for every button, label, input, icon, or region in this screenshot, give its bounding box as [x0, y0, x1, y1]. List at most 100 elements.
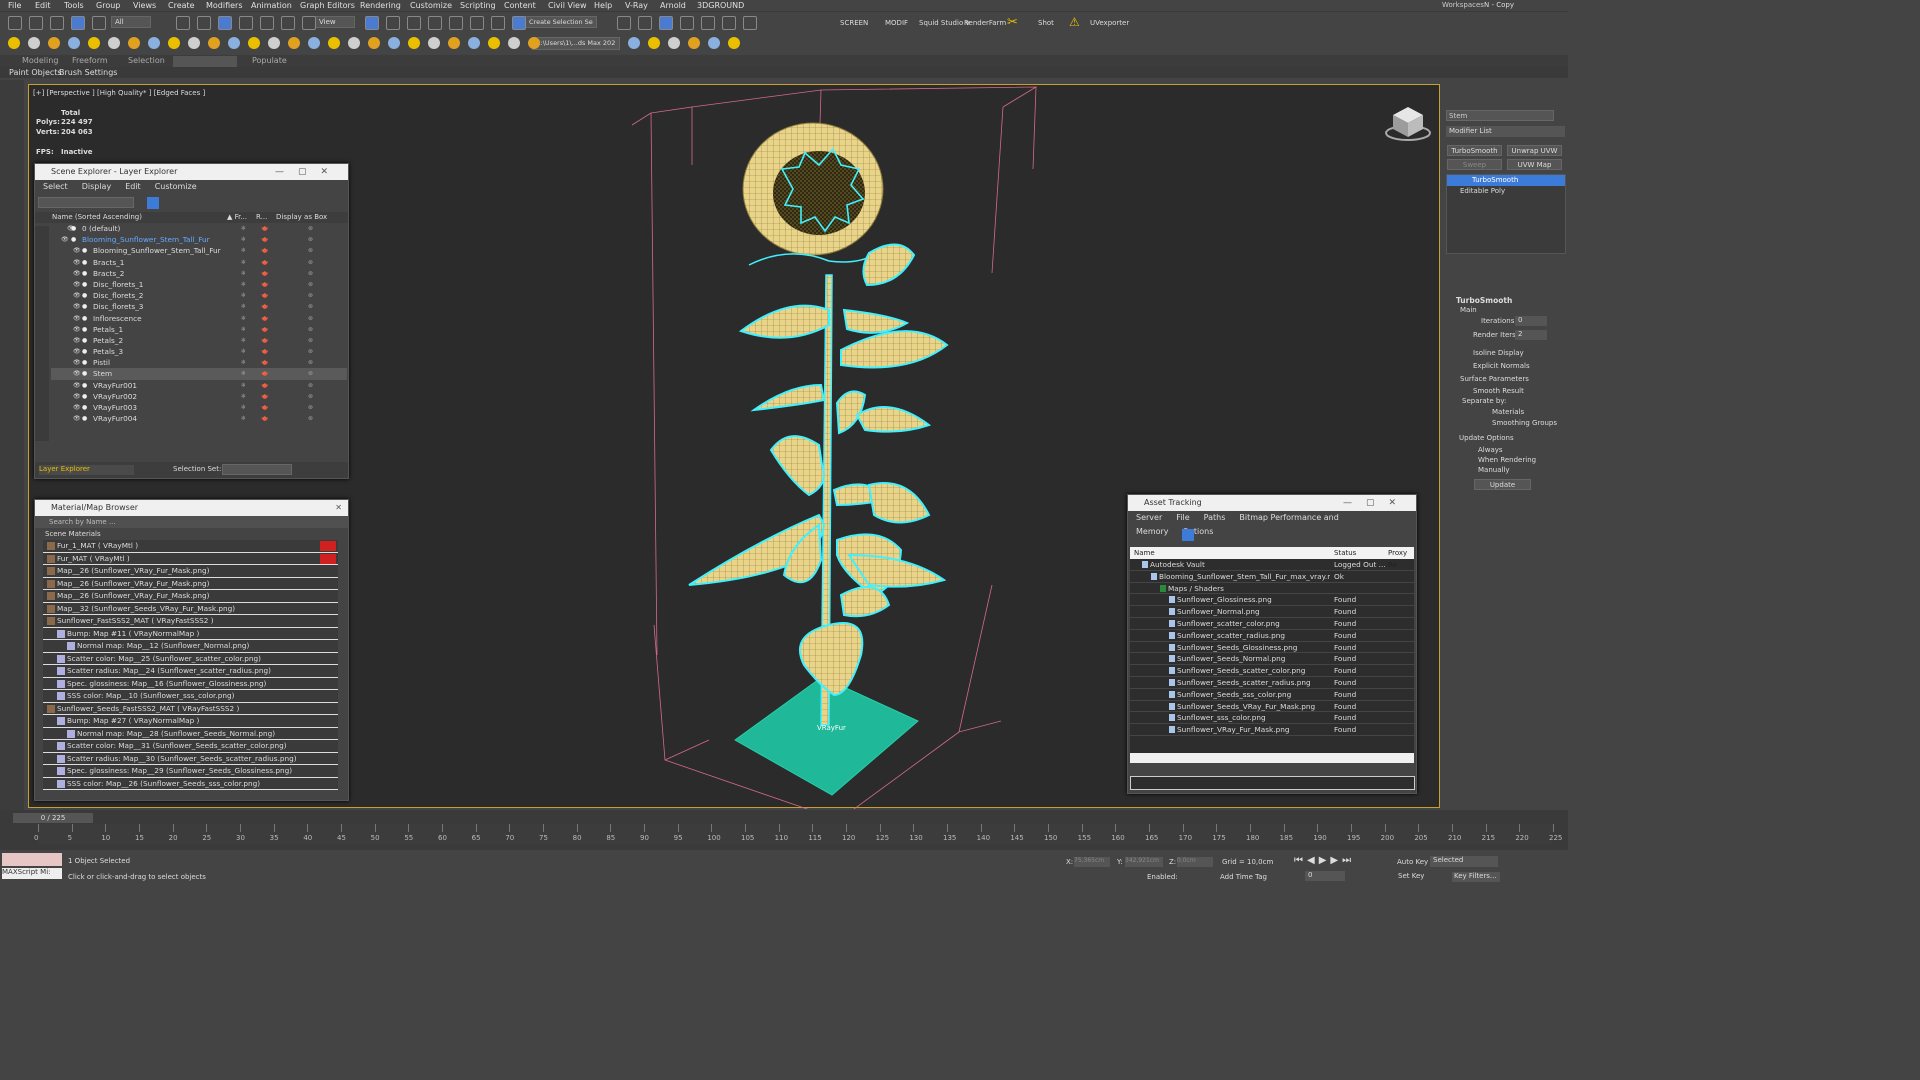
- menu-content[interactable]: Content: [504, 1, 536, 10]
- freeze-icon[interactable]: ❄: [241, 301, 246, 312]
- toolbar-tool-icon[interactable]: [239, 16, 253, 30]
- freeze-icon[interactable]: ❄: [241, 368, 246, 379]
- material-row[interactable]: Spec. glossiness: Map__29 (Sunflower_See…: [43, 765, 338, 778]
- asset-row[interactable]: Sunflower_Glossiness.png Found: [1130, 594, 1414, 607]
- render-iters-spinner[interactable]: 2: [1515, 330, 1547, 340]
- toolbar-tool-icon[interactable]: [92, 16, 106, 30]
- toolbar-tool-icon[interactable]: [88, 37, 100, 49]
- toolbar-tool-icon[interactable]: [8, 16, 22, 30]
- render-icon[interactable]: 🫖: [261, 357, 268, 368]
- layer-tree-row[interactable]: 👁 ● VRayFur004 ❄ 🫖 ⊗: [51, 413, 347, 424]
- asset-row[interactable]: Sunflower_Seeds_Glossiness.png Found: [1130, 642, 1414, 654]
- asset-row[interactable]: Sunflower_Seeds_VRay_Fur_Mask.png Found: [1130, 701, 1414, 713]
- z-coordinate[interactable]: 0,0cm: [1177, 857, 1213, 867]
- at-menu-paths[interactable]: Paths: [1204, 513, 1226, 522]
- col-box-header[interactable]: Display as Box: [276, 212, 327, 223]
- object-name-field[interactable]: [1446, 110, 1554, 121]
- layer-tree-row[interactable]: 👁 ● 0 (default) ❄ 🫖 ⊗: [51, 223, 347, 234]
- toolbar-tool-icon[interactable]: [428, 16, 442, 30]
- box-icon[interactable]: ⊗: [308, 313, 313, 324]
- material-row[interactable]: Normal map: Map__28 (Sunflower_Seeds_Nor…: [43, 727, 338, 740]
- box-icon[interactable]: ⊗: [308, 279, 313, 290]
- toolbar-tool-icon[interactable]: [228, 37, 240, 49]
- key-filters-button[interactable]: Key Filters...: [1452, 872, 1500, 882]
- freeze-icon[interactable]: ❄: [241, 223, 246, 234]
- render-icon[interactable]: 🫖: [261, 402, 268, 413]
- toolbar-tool-icon[interactable]: [218, 16, 232, 30]
- unwrap-uvw-button[interactable]: Unwrap UVW: [1507, 145, 1562, 156]
- eye-icon[interactable]: 👁: [73, 402, 81, 413]
- add-time-tag[interactable]: Add Time Tag: [1220, 873, 1267, 881]
- key-mode-dropdown[interactable]: Selected: [1430, 856, 1498, 867]
- render-icon[interactable]: 🫖: [261, 279, 268, 290]
- toolbar-tool-icon[interactable]: [512, 16, 526, 30]
- renderfarm-button[interactable]: RenderFarm: [964, 19, 1006, 27]
- toolbar-tool-icon[interactable]: [491, 16, 505, 30]
- eye-icon[interactable]: 👁: [73, 268, 81, 279]
- asset-tracking-window[interactable]: Asset Tracking —▢✕ Server File Paths Bitmap …: [1127, 494, 1417, 794]
- stack-item-turbosmooth[interactable]: TurboSmooth: [1447, 175, 1565, 186]
- toolbar-tool-icon[interactable]: [268, 37, 280, 49]
- box-icon[interactable]: ⊗: [308, 346, 313, 357]
- col-frozen-header[interactable]: ▲ Fr...: [227, 212, 247, 223]
- layer-tree-row[interactable]: 👁 ● Petals_3 ❄ 🫖 ⊗: [51, 346, 347, 357]
- freeze-icon[interactable]: ❄: [241, 357, 246, 368]
- set-key-button[interactable]: Set Key: [1398, 872, 1424, 880]
- toolbar-tool-icon[interactable]: [728, 37, 740, 49]
- material-row[interactable]: Bump: Map #11 ( VRayNormalMap ): [43, 627, 338, 640]
- layer-tree-row[interactable]: 👁 ● Disc_florets_1 ❄ 🫖 ⊗: [51, 279, 347, 290]
- freeze-icon[interactable]: ❄: [241, 313, 246, 324]
- shot-button[interactable]: Shot: [1038, 19, 1054, 27]
- toolbar-tool-icon[interactable]: [722, 16, 736, 30]
- eye-icon[interactable]: 👁: [73, 257, 81, 268]
- toolbar-tool-icon[interactable]: [708, 37, 720, 49]
- material-browser-window[interactable]: Material/Map Browser ✕ Search by Name ...…: [34, 499, 349, 801]
- materials-checkbox[interactable]: Materials: [1492, 408, 1524, 416]
- layer-tree-row[interactable]: 👁 ● Pistil ❄ 🫖 ⊗: [51, 357, 347, 368]
- eye-icon[interactable]: 👁: [73, 346, 81, 357]
- toolbar-tool-icon[interactable]: [8, 37, 20, 49]
- scene-explorer-window[interactable]: Scene Explorer - Layer Explorer —▢✕ Selec…: [34, 163, 349, 479]
- render-icon[interactable]: 🫖: [261, 324, 268, 335]
- menu-tools[interactable]: Tools: [64, 1, 84, 10]
- toolbar-tool-icon[interactable]: [617, 16, 631, 30]
- isoline-display-checkbox[interactable]: Isoline Display: [1473, 349, 1524, 357]
- timeline[interactable]: 0 / 225 0 5 10 15 20 25 30 35 40 45 50 55 60 65 70 75 80…: [0, 810, 1568, 850]
- toolbar-tool-icon[interactable]: [197, 16, 211, 30]
- toolbar-tool-icon[interactable]: [468, 37, 480, 49]
- eye-icon[interactable]: 👁: [73, 335, 81, 346]
- material-row[interactable]: Scatter radius: Map__24 (Sunflower_scatt…: [43, 665, 338, 678]
- toolbar-tool-icon[interactable]: [448, 37, 460, 49]
- toolbar-tool-icon[interactable]: [528, 37, 540, 49]
- toolbar-tool-icon[interactable]: [288, 37, 300, 49]
- eye-icon[interactable]: 👁: [73, 313, 81, 324]
- ribbon-tab-selection[interactable]: Selection: [128, 56, 165, 65]
- render-icon[interactable]: 🫖: [261, 391, 268, 402]
- material-row[interactable]: Scatter color: Map__31 (Sunflower_Seeds_…: [43, 740, 338, 753]
- render-icon[interactable]: 🫖: [261, 368, 268, 379]
- material-row[interactable]: SSS color: Map__10 (Sunflower_sss_color.…: [43, 690, 338, 703]
- toolbar-tool-icon[interactable]: [302, 16, 316, 30]
- se-menu-customize[interactable]: Customize: [155, 182, 197, 191]
- toolbar-tool-icon[interactable]: [428, 37, 440, 49]
- freeze-icon[interactable]: ❄: [241, 346, 246, 357]
- layer-tree-row[interactable]: 👁 ● Stem ❄ 🫖 ⊗: [51, 368, 347, 380]
- view-cube[interactable]: [1385, 107, 1431, 141]
- box-icon[interactable]: ⊗: [308, 368, 313, 379]
- always-radio[interactable]: Always: [1478, 446, 1503, 454]
- toolbar-tool-icon[interactable]: [701, 16, 715, 30]
- layer-tree-row[interactable]: 👁 ● Bracts_1 ❄ 🫖 ⊗: [51, 257, 347, 268]
- toolbar-tool-icon[interactable]: [365, 16, 379, 30]
- asset-row[interactable]: Sunflower_Normal.png Found: [1130, 606, 1414, 618]
- toolbar-tool-icon[interactable]: [68, 37, 80, 49]
- col-name-header[interactable]: Name (Sorted Ascending): [52, 212, 142, 223]
- material-row[interactable]: Scatter color: Map__25 (Sunflower_scatte…: [43, 652, 338, 665]
- toolbar-tool-icon[interactable]: [408, 37, 420, 49]
- render-icon[interactable]: 🫖: [261, 223, 268, 234]
- eye-icon[interactable]: 👁: [73, 245, 81, 256]
- layer-tree-row[interactable]: 👁 ● Disc_florets_3 ❄ 🫖 ⊗: [51, 301, 347, 312]
- menu-scripting[interactable]: Scripting: [460, 1, 496, 10]
- layer-explorer-dropdown[interactable]: Layer Explorer: [39, 465, 134, 475]
- stack-item-editable-poly[interactable]: Editable Poly: [1447, 186, 1565, 197]
- material-row[interactable]: Map__32 (Sunflower_Seeds_VRay_Fur_Mask.p…: [43, 602, 338, 615]
